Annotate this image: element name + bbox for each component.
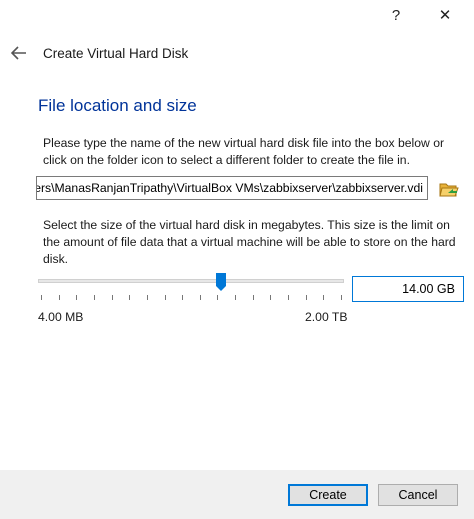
folder-open-icon [439, 183, 459, 197]
slider-tick [288, 295, 289, 300]
slider-tick [253, 295, 254, 300]
slider-tick [270, 295, 271, 300]
wizard-content: File location and size Please type the n… [0, 78, 474, 470]
slider-tick [59, 295, 60, 300]
cancel-button[interactable]: Cancel [378, 484, 458, 506]
slider-tick [147, 295, 148, 300]
back-button[interactable] [8, 42, 30, 64]
slider-tick [323, 295, 324, 300]
slider-tick [165, 295, 166, 300]
slider-tick [306, 295, 307, 300]
slider-tick [200, 295, 201, 300]
help-button[interactable]: ? [376, 0, 416, 30]
dialog-footer: Create Cancel [0, 470, 474, 519]
help-icon: ? [391, 6, 401, 24]
size-description: Select the size of the virtual hard disk… [43, 218, 456, 266]
slider-track [38, 279, 344, 283]
slider-tick [76, 295, 77, 300]
close-button[interactable]: ✕ [425, 0, 465, 30]
size-input[interactable]: 14.00 GB [352, 276, 464, 302]
back-arrow-icon [11, 46, 26, 60]
max-size-label: 2.00 TB [305, 310, 348, 324]
title-bar: ? ✕ [0, 0, 474, 30]
slider-tick [129, 295, 130, 300]
create-button[interactable]: Create [288, 484, 368, 506]
min-size-label: 4.00 MB [38, 310, 84, 324]
slider-tick [94, 295, 95, 300]
choose-folder-button[interactable] [437, 177, 461, 201]
file-path-input[interactable]: C:\Users\ManasRanjanTripathy\VirtualBox … [36, 176, 428, 200]
slider-tick [112, 295, 113, 300]
section-title: File location and size [38, 96, 197, 115]
dialog-title: Create Virtual Hard Disk [43, 46, 189, 61]
slider-tick [235, 295, 236, 300]
size-slider[interactable] [38, 273, 348, 313]
close-icon: ✕ [438, 7, 452, 24]
slider-tick [217, 295, 218, 300]
slider-tick [41, 295, 42, 300]
dialog-header: Create Virtual Hard Disk [0, 30, 474, 78]
file-path-value: C:\Users\ManasRanjanTripathy\VirtualBox … [36, 181, 423, 195]
slider-tick [182, 295, 183, 300]
slider-thumb[interactable] [216, 273, 226, 291]
slider-tick [341, 295, 342, 300]
location-description: Please type the name of the new virtual … [43, 136, 445, 167]
size-value: 14.00 GB [402, 282, 455, 296]
